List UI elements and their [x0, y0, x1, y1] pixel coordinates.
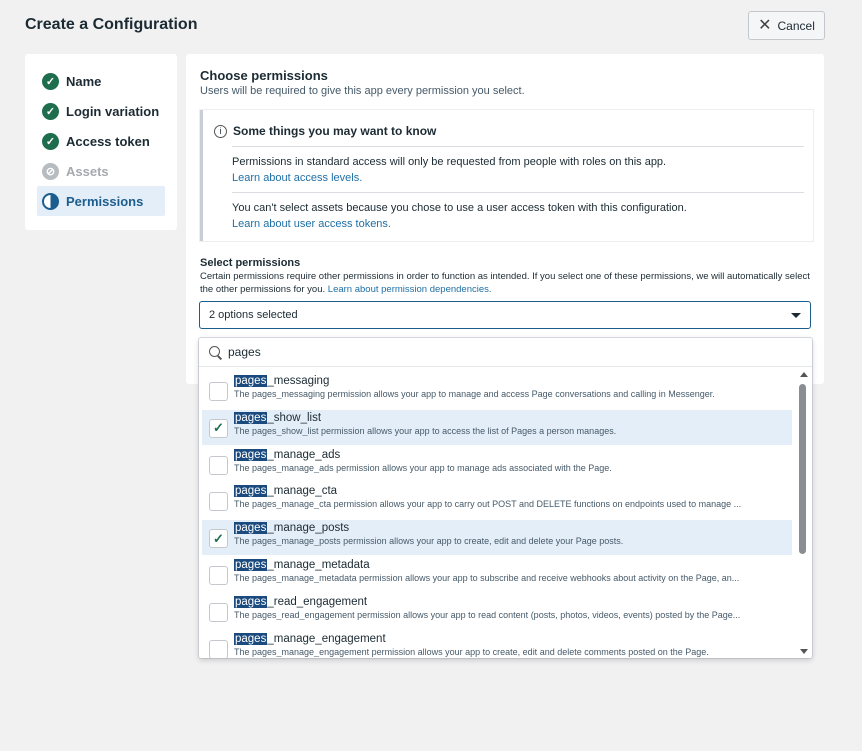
slash-circle-icon: ⊘: [42, 162, 59, 180]
option-name-suffix: _manage_metadata: [267, 559, 370, 571]
permission-option[interactable]: pages_read_engagement The pages_read_enga…: [202, 594, 792, 629]
step-label: Permissions: [66, 193, 144, 209]
scroll-thumb[interactable]: [799, 384, 806, 554]
option-checkbox[interactable]: ✓: [209, 529, 228, 549]
step-access-token[interactable]: ✓ Access token: [25, 126, 177, 156]
info-heading-text: Some things you may want to know: [233, 124, 437, 138]
option-checkbox[interactable]: [209, 492, 228, 512]
search-highlight: pages: [234, 448, 268, 461]
permissions-dropdown: pages_messagingThe pages_messaging permi…: [199, 338, 812, 658]
search-highlight: pages: [234, 632, 268, 645]
info-icon: i: [214, 124, 227, 138]
info-item-text: Permissions in standard access will only…: [232, 156, 667, 168]
option-name-suffix: _show_list: [267, 411, 322, 424]
check-circle-icon: ✓: [42, 72, 59, 90]
checkmark-icon: ✓: [213, 420, 224, 436]
search-highlight: pages: [234, 522, 268, 535]
check-circle-icon: ✓: [42, 102, 59, 120]
permission-dependencies-link[interactable]: Learn about permission dependencies.: [328, 284, 492, 295]
option-checkbox[interactable]: ✓: [209, 418, 228, 438]
option-name-suffix: _manage_ads: [267, 448, 341, 461]
checkmark-icon: ✓: [213, 530, 224, 546]
option-description: The pages_manage_posts permission allows…: [234, 536, 624, 547]
scroll-down-arrow-icon[interactable]: [800, 649, 808, 654]
option-checkbox[interactable]: [209, 639, 228, 658]
step-login-variation[interactable]: ✓ Login variation: [25, 96, 177, 126]
permission-option[interactable]: ✓ pages_show_list The pages_show_list perm…: [202, 409, 792, 445]
option-name: pages_read_engagement: [234, 595, 368, 608]
option-name: pages_messaging: [234, 375, 329, 387]
search-highlight: pages: [234, 375, 268, 387]
option-name-suffix: _read_engagement: [267, 595, 368, 608]
select-permissions-title: Select permissions: [200, 257, 301, 269]
cancel-label: Cancel: [777, 18, 815, 33]
caret-down-icon: [791, 313, 801, 318]
select-value: 2 options selected: [209, 309, 298, 321]
search-highlight: pages: [234, 595, 268, 608]
info-box: i Some things you may want to know Permi…: [200, 110, 813, 241]
section-subtitle: Users will be required to give this app …: [200, 85, 525, 97]
option-checkbox[interactable]: [209, 602, 228, 622]
option-description: The pages_manage_metadata permission all…: [234, 573, 740, 583]
check-circle-icon: ✓: [42, 132, 59, 150]
option-description: The pages_read_engagement permission all…: [234, 609, 741, 620]
option-description: The pages_manage_ads permission allows y…: [234, 462, 612, 473]
search-icon: [209, 345, 222, 359]
divider: [232, 146, 804, 147]
search-row: [199, 338, 812, 367]
option-name: pages_manage_engagement: [234, 632, 386, 645]
step-label: Access token: [66, 133, 150, 149]
page-title: Create a Configuration: [25, 16, 198, 33]
permission-option[interactable]: pages_manage_cta The pages_manage_cta per…: [202, 483, 792, 518]
search-highlight: pages: [234, 411, 268, 424]
permission-option[interactable]: pages_manage_ads The pages_manage_ads per…: [202, 447, 792, 482]
option-description: The pages_manage_cta permission allows y…: [234, 499, 742, 510]
user-access-tokens-link[interactable]: Learn about user access tokens.: [232, 218, 391, 230]
option-name-suffix: _manage_engagement: [267, 632, 386, 645]
scrollbar[interactable]: [797, 368, 809, 658]
option-name-suffix: _manage_cta: [267, 485, 338, 498]
step-label: Assets: [66, 163, 109, 179]
permission-option[interactable]: ✓ pages_manage_posts The pages_manage_post…: [202, 520, 792, 556]
step-permissions[interactable]: Permissions: [37, 186, 165, 216]
option-description: The pages_messaging permission allows yo…: [234, 389, 715, 399]
step-label: Name: [66, 73, 102, 89]
option-name-suffix: _manage_posts: [267, 522, 350, 535]
step-assets: ⊘ Assets: [25, 156, 177, 186]
search-highlight: pages: [234, 485, 268, 498]
option-description: The pages_manage_engagement permission a…: [234, 646, 709, 657]
permission-option[interactable]: pages_manage_engagement The pages_manage_…: [202, 631, 792, 658]
permission-option[interactable]: pages_messaging The pages_messaging permi…: [202, 373, 792, 408]
section-title: Choose permissions: [200, 68, 328, 83]
search-input[interactable]: [228, 345, 528, 359]
permission-option[interactable]: pages_manage_metadata The pages_manage_me…: [202, 557, 792, 592]
option-name: pages_manage_cta: [234, 485, 338, 498]
step-name[interactable]: ✓ Name: [25, 66, 177, 96]
close-icon: ✕: [758, 16, 772, 34]
scroll-up-arrow-icon[interactable]: [800, 372, 808, 377]
half-circle-icon: [42, 192, 59, 210]
permissions-select[interactable]: 2 options selected: [199, 301, 811, 329]
option-name: pages_manage_metadata: [234, 559, 370, 571]
step-navigation: ✓ Name ✓ Login variation ✓ Access token …: [25, 54, 177, 230]
option-checkbox[interactable]: [209, 382, 228, 401]
divider: [232, 192, 804, 193]
select-desc-text: Certain permissions require other permis…: [200, 271, 810, 295]
option-description: The pages_show_list permission allows yo…: [234, 425, 617, 436]
search-highlight: pages: [234, 559, 268, 571]
info-item-text: You can't select assets because you chos…: [232, 202, 687, 214]
cancel-button[interactable]: ✕ Cancel: [748, 11, 825, 40]
access-levels-link[interactable]: Learn about access levels.: [232, 172, 362, 184]
step-label: Login variation: [66, 103, 160, 119]
option-name: pages_manage_posts: [234, 522, 350, 535]
option-checkbox[interactable]: [209, 566, 228, 585]
option-name: pages_manage_ads: [234, 448, 341, 461]
option-name-suffix: _messaging: [267, 375, 330, 387]
select-permissions-desc: Certain permissions require other permis…: [200, 270, 815, 296]
info-heading: i Some things you may want to know: [214, 124, 436, 138]
option-name: pages_show_list: [234, 411, 322, 424]
option-checkbox[interactable]: [209, 455, 228, 475]
permissions-panel: Choose permissions Users will be require…: [186, 54, 824, 384]
